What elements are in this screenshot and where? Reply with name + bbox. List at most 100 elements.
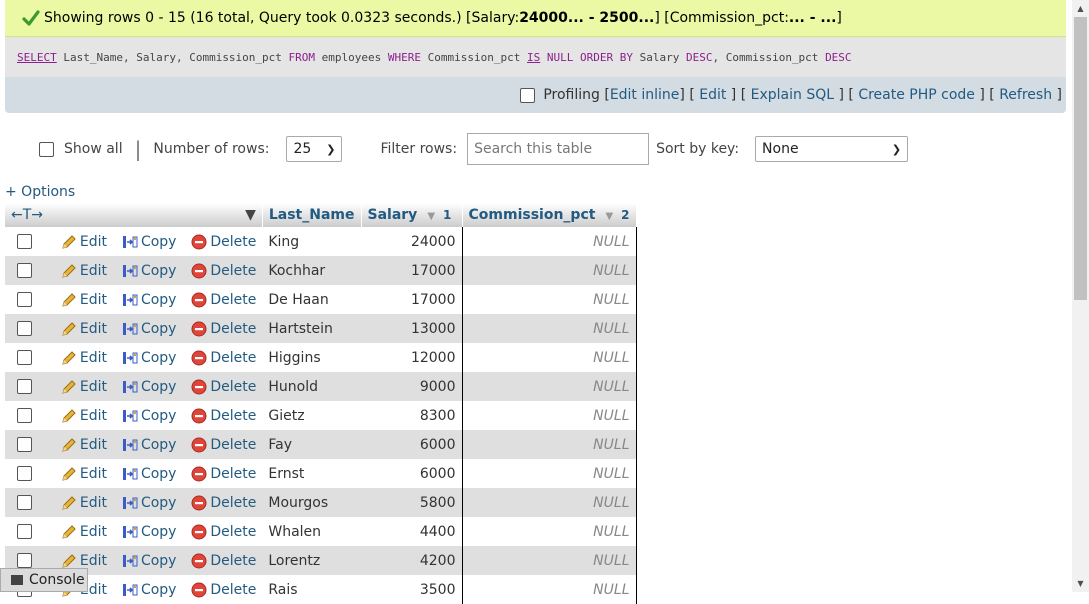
show-all-checkbox[interactable] <box>39 141 54 157</box>
row-checkbox[interactable] <box>17 495 32 510</box>
cell-last-name[interactable]: De Haan <box>262 285 361 314</box>
cell-last-name[interactable]: Gietz <box>262 401 361 430</box>
copy-row-button[interactable]: Copy <box>122 495 176 511</box>
row-checkbox[interactable] <box>17 234 32 249</box>
copy-row-button[interactable]: Copy <box>122 292 176 308</box>
cell-salary[interactable]: 17000 <box>361 256 463 285</box>
copy-row-button[interactable]: Copy <box>122 553 176 569</box>
cell-salary[interactable]: 4400 <box>361 517 463 546</box>
edit-row-button[interactable]: Edit <box>61 437 107 453</box>
cell-commission[interactable]: NULL <box>462 488 637 517</box>
cell-commission[interactable]: NULL <box>462 372 637 401</box>
edit-row-button[interactable]: Edit <box>61 234 107 250</box>
row-checkbox[interactable] <box>17 292 32 307</box>
edit-row-button[interactable]: Edit <box>61 553 107 569</box>
cell-salary[interactable]: 17000 <box>361 285 463 314</box>
copy-row-button[interactable]: Copy <box>122 466 176 482</box>
cell-salary[interactable]: 24000 <box>361 227 463 256</box>
copy-row-button[interactable]: Copy <box>122 582 176 598</box>
sql-query[interactable]: SELECT Last_Name, Salary, Commission_pct… <box>5 37 1066 77</box>
row-checkbox[interactable] <box>17 350 32 365</box>
row-checkbox[interactable] <box>17 553 32 568</box>
delete-row-button[interactable]: Delete <box>191 350 256 366</box>
cell-commission[interactable]: NULL <box>462 459 637 488</box>
cell-salary[interactable]: 3500 <box>361 575 463 604</box>
cell-last-name[interactable]: King <box>262 227 361 256</box>
delete-row-button[interactable]: Delete <box>191 582 256 598</box>
create-php-link[interactable]: Create PHP code <box>858 87 975 103</box>
cell-commission[interactable]: NULL <box>462 285 637 314</box>
row-checkbox[interactable] <box>17 437 32 452</box>
row-checkbox[interactable] <box>17 408 32 423</box>
cell-commission[interactable]: NULL <box>462 517 637 546</box>
edit-row-button[interactable]: Edit <box>61 466 107 482</box>
cell-last-name[interactable]: Rais <box>262 575 361 604</box>
copy-row-button[interactable]: Copy <box>122 263 176 279</box>
cell-salary[interactable]: 6000 <box>361 430 463 459</box>
cell-last-name[interactable]: Ernst <box>262 459 361 488</box>
cell-salary[interactable]: 6000 <box>361 459 463 488</box>
edit-row-button[interactable]: Edit <box>61 408 107 424</box>
cell-last-name[interactable]: Kochhar <box>262 256 361 285</box>
copy-row-button[interactable]: Copy <box>122 234 176 250</box>
refresh-link[interactable]: Refresh <box>999 87 1052 103</box>
cell-last-name[interactable]: Hartstein <box>262 314 361 343</box>
header-last-name[interactable]: Last_Name <box>262 203 362 227</box>
header-salary[interactable]: Salary ▼ 1 <box>361 203 463 227</box>
scroll-up-icon[interactable]: ▲ <box>1072 0 1089 17</box>
edit-row-button[interactable]: Edit <box>61 495 107 511</box>
copy-row-button[interactable]: Copy <box>122 321 176 337</box>
delete-row-button[interactable]: Delete <box>191 379 256 395</box>
cell-salary[interactable]: 9000 <box>361 372 463 401</box>
cell-commission[interactable]: NULL <box>462 343 637 372</box>
delete-row-button[interactable]: Delete <box>191 408 256 424</box>
cell-last-name[interactable]: Mourgos <box>262 488 361 517</box>
copy-row-button[interactable]: Copy <box>122 379 176 395</box>
cell-commission[interactable]: NULL <box>462 256 637 285</box>
copy-row-button[interactable]: Copy <box>122 350 176 366</box>
cell-salary[interactable]: 8300 <box>361 401 463 430</box>
delete-row-button[interactable]: Delete <box>191 437 256 453</box>
delete-row-button[interactable]: Delete <box>191 292 256 308</box>
cell-salary[interactable]: 4200 <box>361 546 463 575</box>
edit-row-button[interactable]: Edit <box>61 350 107 366</box>
sql-keyword-select[interactable]: SELECT <box>17 51 57 64</box>
cell-last-name[interactable]: Higgins <box>262 343 361 372</box>
delete-row-button[interactable]: Delete <box>191 234 256 250</box>
filter-input[interactable]: Search this table <box>467 133 650 165</box>
delete-row-button[interactable]: Delete <box>191 553 256 569</box>
edit-inline-link[interactable]: Edit inline <box>610 87 680 103</box>
options-link[interactable]: + Options <box>5 184 75 200</box>
row-checkbox[interactable] <box>17 524 32 539</box>
edit-row-button[interactable]: Edit <box>61 379 107 395</box>
cell-commission[interactable]: NULL <box>462 314 637 343</box>
cell-salary[interactable]: 5800 <box>361 488 463 517</box>
cell-commission[interactable]: NULL <box>462 546 637 575</box>
header-commission[interactable]: Commission_pct ▼ 2 <box>462 203 637 227</box>
copy-row-button[interactable]: Copy <box>122 437 176 453</box>
edit-row-button[interactable]: Edit <box>61 321 107 337</box>
profiling-checkbox[interactable] <box>520 87 536 103</box>
scroll-down-icon[interactable]: ▼ <box>1072 575 1089 592</box>
row-checkbox[interactable] <box>17 379 32 394</box>
sql-keyword-is[interactable]: IS <box>527 51 540 64</box>
row-checkbox[interactable] <box>17 263 32 278</box>
edit-row-button[interactable]: Edit <box>61 292 107 308</box>
console-button[interactable]: Console <box>0 568 88 592</box>
row-checkbox[interactable] <box>17 321 32 336</box>
delete-row-button[interactable]: Delete <box>191 495 256 511</box>
cell-commission[interactable]: NULL <box>462 401 637 430</box>
cell-last-name[interactable]: Whalen <box>262 517 361 546</box>
copy-row-button[interactable]: Copy <box>122 408 176 424</box>
column-resize-icon[interactable]: ←T→ <box>11 207 43 223</box>
vertical-scrollbar[interactable]: ▲ ▼ <box>1072 0 1089 592</box>
cell-last-name[interactable]: Lorentz <box>262 546 361 575</box>
column-menu-icon[interactable]: ▼ <box>245 207 256 223</box>
delete-row-button[interactable]: Delete <box>191 524 256 540</box>
delete-row-button[interactable]: Delete <box>191 321 256 337</box>
cell-commission[interactable]: NULL <box>462 227 637 256</box>
edit-row-button[interactable]: Edit <box>61 263 107 279</box>
delete-row-button[interactable]: Delete <box>191 263 256 279</box>
edit-link[interactable]: Edit <box>699 87 726 103</box>
delete-row-button[interactable]: Delete <box>191 466 256 482</box>
